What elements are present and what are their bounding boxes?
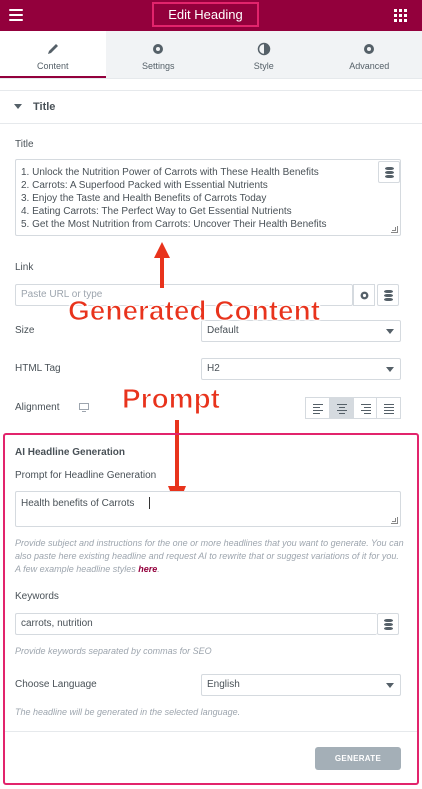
prompt-label: Prompt for Headline Generation bbox=[15, 470, 157, 481]
keywords-input[interactable]: carrots, nutrition bbox=[15, 613, 377, 635]
tab-settings[interactable]: Settings bbox=[105, 31, 211, 78]
annotation-generated-content: Generated Content bbox=[67, 295, 321, 327]
align-left-button[interactable] bbox=[305, 397, 329, 419]
database-icon bbox=[384, 619, 393, 630]
tab-style[interactable]: Style bbox=[211, 31, 317, 78]
database-icon bbox=[384, 290, 393, 301]
title-line: 4. Eating Carrots: The Perfect Way to Ge… bbox=[21, 206, 292, 217]
prompt-help-link[interactable]: here bbox=[138, 564, 157, 574]
tab-advanced[interactable]: Advanced bbox=[316, 31, 422, 78]
title-line: 1. Unlock the Nutrition Power of Carrots… bbox=[21, 167, 319, 178]
link-label: Link bbox=[15, 262, 34, 273]
caret-down-icon bbox=[14, 104, 22, 109]
arrow-up-icon bbox=[154, 242, 170, 288]
keywords-dynamic-tags-button[interactable] bbox=[377, 613, 399, 635]
menu-icon[interactable] bbox=[9, 9, 23, 21]
text-cursor bbox=[149, 497, 150, 509]
alignment-label: Alignment bbox=[15, 402, 60, 413]
panel-tabs: Content Settings Style Advanced bbox=[0, 31, 422, 79]
keywords-value: carrots, nutrition bbox=[21, 618, 93, 629]
editor-header: Edit Heading bbox=[0, 0, 422, 31]
keywords-help: Provide keywords separated by commas for… bbox=[15, 646, 212, 656]
title-highlight-box: Edit Heading bbox=[152, 2, 259, 27]
title-textarea[interactable]: 1. Unlock the Nutrition Power of Carrots… bbox=[15, 159, 401, 236]
language-select[interactable]: English bbox=[201, 674, 401, 696]
alignment-control bbox=[305, 397, 401, 419]
section-header-title[interactable]: Title bbox=[0, 90, 422, 124]
align-left-icon bbox=[313, 404, 323, 416]
annotation-prompt: Prompt bbox=[122, 383, 221, 415]
widgets-grid-icon[interactable] bbox=[394, 9, 407, 22]
size-label: Size bbox=[15, 325, 35, 336]
title-line: 5. Get the Most Nutrition from Carrots: … bbox=[21, 219, 327, 230]
title-line: 3. Enjoy the Taste and Health Benefits o… bbox=[21, 193, 267, 204]
generate-button[interactable]: GENERATE bbox=[315, 747, 401, 770]
gear-icon bbox=[360, 291, 369, 300]
language-value: English bbox=[207, 679, 240, 690]
chevron-down-icon bbox=[386, 683, 394, 688]
align-center-icon bbox=[336, 404, 347, 416]
desktop-icon[interactable] bbox=[79, 403, 89, 412]
prompt-help: Provide subject and instructions for the… bbox=[15, 538, 404, 574]
link-options-button[interactable] bbox=[353, 284, 375, 306]
divider bbox=[5, 731, 417, 732]
align-justify-icon bbox=[384, 404, 395, 416]
dynamic-tags-button[interactable] bbox=[378, 161, 400, 183]
tab-label: Style bbox=[253, 61, 274, 71]
align-justify-button[interactable] bbox=[376, 397, 401, 419]
keywords-label: Keywords bbox=[15, 591, 59, 602]
html-tag-value: H2 bbox=[207, 363, 220, 374]
tab-content[interactable]: Content bbox=[0, 31, 106, 78]
gear-icon bbox=[364, 44, 375, 54]
section-title: Title bbox=[33, 101, 56, 113]
prompt-value: Health benefits of Carrots bbox=[21, 498, 135, 509]
html-tag-label: HTML Tag bbox=[15, 363, 61, 374]
chevron-down-icon bbox=[386, 329, 394, 334]
link-dynamic-tags-button[interactable] bbox=[377, 284, 399, 306]
tab-label: Advanced bbox=[349, 61, 390, 71]
tab-label: Content bbox=[36, 61, 69, 71]
title-lines: 1. Unlock the Nutrition Power of Carrots… bbox=[21, 166, 327, 231]
panel-title: Edit Heading bbox=[168, 7, 243, 22]
contrast-icon bbox=[257, 42, 270, 56]
title-line: 2. Carrots: A Superfood Packed with Esse… bbox=[21, 180, 268, 191]
pencil-icon bbox=[47, 44, 58, 54]
align-right-icon bbox=[360, 404, 371, 416]
resize-handle[interactable] bbox=[391, 226, 398, 233]
language-label: Choose Language bbox=[15, 679, 97, 690]
gear-icon bbox=[153, 44, 164, 54]
ai-heading: AI Headline Generation bbox=[15, 447, 126, 458]
align-right-button[interactable] bbox=[352, 397, 377, 419]
ai-generation-panel bbox=[3, 433, 419, 785]
prompt-help-text: Provide subject and instructions for the… bbox=[15, 538, 404, 574]
resize-handle[interactable] bbox=[391, 517, 398, 524]
database-icon bbox=[385, 167, 394, 178]
title-label: Title bbox=[15, 139, 34, 150]
language-help: The headline will be generated in the se… bbox=[15, 707, 241, 717]
align-center-button[interactable] bbox=[328, 397, 353, 419]
prompt-textarea[interactable]: Health benefits of Carrots bbox=[15, 491, 401, 527]
tab-label: Settings bbox=[141, 61, 175, 71]
html-tag-select[interactable]: H2 bbox=[201, 358, 401, 380]
chevron-down-icon bbox=[386, 367, 394, 372]
